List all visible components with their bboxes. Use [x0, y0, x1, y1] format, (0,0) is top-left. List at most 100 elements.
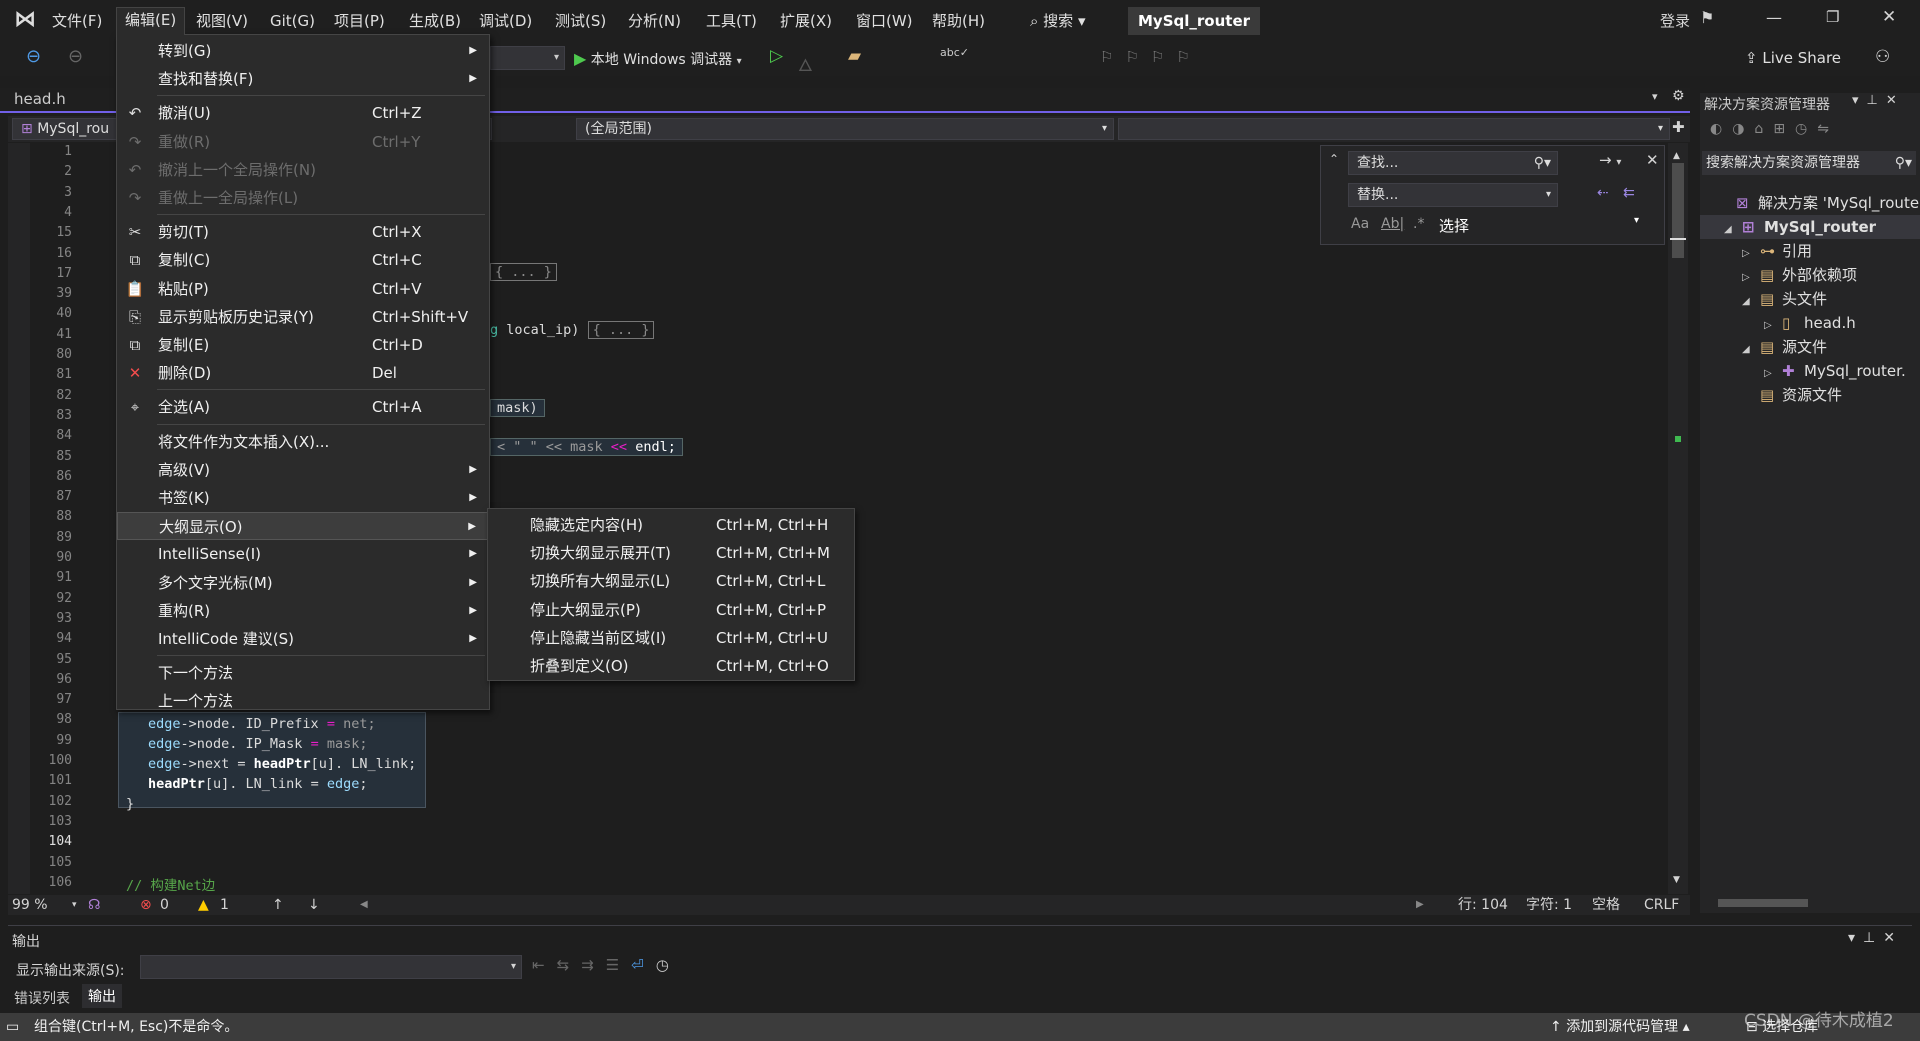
tree-item[interactable]: ▷ ✚ MySql_router.: [1764, 359, 1906, 383]
spellcheck-icon[interactable]: abc✓: [940, 46, 969, 59]
outline-menu-item[interactable]: 停止隐藏当前区域(I) Ctrl+M, Ctrl+U: [488, 624, 854, 652]
bookmark-icons[interactable]: ⚐⚐⚐⚐: [1100, 48, 1202, 66]
outline-menu-item[interactable]: 折叠到定义(O) Ctrl+M, Ctrl+O: [488, 652, 854, 680]
menu-4[interactable]: 项目(P): [326, 9, 393, 33]
char-indicator[interactable]: 字符: 1: [1526, 895, 1572, 915]
split-icon[interactable]: ✚: [1672, 118, 1685, 136]
tab-dropdown-icon[interactable]: ▾: [1652, 90, 1658, 103]
start-debug-button[interactable]: ▶ 本地 Windows 调试器 ▾: [574, 47, 742, 71]
live-share-button[interactable]: ⇪ Live Share: [1745, 49, 1841, 67]
edit-menu-item[interactable]: ↶ 撤消(U) Ctrl+Z: [117, 99, 489, 127]
edit-menu-item[interactable]: ✂ 剪切(T) Ctrl+X: [117, 218, 489, 246]
edit-menu-item[interactable]: 📋 粘贴(P) Ctrl+V: [117, 275, 489, 303]
intellicode-icon[interactable]: ☊: [88, 895, 100, 915]
add-source-control-button[interactable]: ↑ 添加到源代码管理 ▴: [1550, 1013, 1690, 1041]
edit-menu-item[interactable]: ⧉ 复制(C) Ctrl+C: [117, 246, 489, 274]
toggle-replace-icon[interactable]: ⌃: [1329, 152, 1339, 166]
member-combo[interactable]: ▾: [1118, 118, 1670, 140]
tree-item[interactable]: ◢ ▤ 源文件: [1742, 335, 1827, 359]
expander-icon[interactable]: ◢: [1742, 338, 1760, 362]
edit-menu-item[interactable]: 下一个方法: [117, 659, 489, 687]
regex-toggle[interactable]: .*: [1413, 216, 1424, 232]
search-button[interactable]: ⌕ 搜索 ▾: [1030, 10, 1086, 31]
edit-menu-item[interactable]: ↷ 重做(R) Ctrl+Y: [117, 128, 489, 156]
collapsed-block[interactable]: { ... }: [587, 321, 655, 339]
edit-menu-item[interactable]: 转到(G) ▶: [117, 37, 489, 65]
config-combo[interactable]: ▾: [490, 46, 565, 70]
find-input[interactable]: 查找... ⚲▾: [1348, 151, 1558, 175]
zoom-combo[interactable]: 99 %: [12, 895, 48, 915]
edit-menu-item[interactable]: 书签(K) ▶: [117, 484, 489, 512]
se-search-input[interactable]: 搜索解决方案资源管理器 ⚲▾: [1702, 151, 1916, 175]
vertical-scrollbar[interactable]: ▲ ▼: [1668, 143, 1688, 894]
collapsed-block[interactable]: { ... }: [490, 263, 557, 281]
minimize-button[interactable]: —: [1766, 8, 1782, 27]
close-button[interactable]: ✕: [1882, 7, 1896, 27]
tab-output[interactable]: 输出: [82, 984, 122, 1008]
edit-menu-item[interactable]: 重构(R) ▶: [117, 597, 489, 625]
edit-menu-item[interactable]: 将文件作为文本插入(X)...: [117, 428, 489, 456]
output-source-combo[interactable]: ▾: [140, 955, 522, 979]
menu-9[interactable]: 工具(T): [698, 9, 765, 33]
menu-2[interactable]: 视图(V): [188, 9, 256, 33]
menu-5[interactable]: 生成(B): [401, 9, 469, 33]
hot-reload-icon[interactable]: 🜂: [798, 46, 813, 81]
tree-item[interactable]: ◢ ⊞ MySql_router: [1700, 215, 1920, 239]
edit-menu-item[interactable]: ↶ 撤消上一个全局操作(N): [117, 156, 489, 184]
replace-input[interactable]: 替换... ▾: [1348, 183, 1558, 207]
warning-count[interactable]: 1: [220, 895, 229, 915]
se-toolbar-icons[interactable]: ◐◑⌂⊞◷⇋: [1710, 121, 1839, 137]
menu-6[interactable]: 调试(D): [471, 9, 540, 33]
prev-issue-icon[interactable]: ↑: [272, 895, 284, 915]
edit-menu-item[interactable]: ↷ 重做上一全局操作(L): [117, 184, 489, 212]
edit-menu-item[interactable]: IntelliCode 建议(S) ▶: [117, 625, 489, 653]
output-toolbar-icons[interactable]: ⇤⇆⇉☰⏎◷: [532, 956, 681, 974]
start-without-debug-icon[interactable]: ▷: [770, 46, 783, 66]
tree-item[interactable]: ▤ 资源文件: [1742, 383, 1842, 407]
tree-item[interactable]: ▷ ▤ 外部依赖项: [1742, 263, 1857, 287]
expander-icon[interactable]: ◢: [1742, 290, 1760, 314]
expander-icon[interactable]: ◢: [1724, 218, 1742, 242]
output-panel-buttons[interactable]: ▾⊥✕: [1848, 930, 1903, 946]
error-icon[interactable]: ⊗: [140, 895, 152, 915]
tree-item[interactable]: ◢ ▤ 头文件: [1742, 287, 1827, 311]
tab-error-list[interactable]: 错误列表: [14, 988, 70, 1008]
login-button[interactable]: 登录: [1660, 10, 1690, 31]
outline-menu-item[interactable]: 切换所有大纲显示(L) Ctrl+M, Ctrl+L: [488, 567, 854, 595]
tree-item[interactable]: ▷ ▯ head.h: [1764, 311, 1856, 335]
warning-icon[interactable]: ▲: [198, 895, 209, 915]
menu-12[interactable]: 帮助(H): [924, 9, 993, 33]
next-issue-icon[interactable]: ↓: [308, 895, 320, 915]
edit-menu-item[interactable]: ✕ 删除(D) Del: [117, 359, 489, 387]
outline-menu-item[interactable]: 停止大纲显示(P) Ctrl+M, Ctrl+P: [488, 596, 854, 624]
whitespace-indicator[interactable]: 空格: [1592, 895, 1620, 915]
back-icon[interactable]: ⊖: [26, 46, 41, 67]
tree-item[interactable]: ▷ ⊶ 引用: [1742, 239, 1812, 263]
scroll-thumb[interactable]: [1672, 163, 1684, 258]
edit-menu-item[interactable]: 多个文字光标(M) ▶: [117, 569, 489, 597]
settings-icon[interactable]: ⚙: [1672, 88, 1685, 104]
edit-menu-item[interactable]: 上一个方法: [117, 687, 489, 715]
scope-combo[interactable]: (全局范围) ▾: [576, 118, 1114, 140]
edit-menu-item[interactable]: ⌖ 全选(A) Ctrl+A: [117, 393, 489, 421]
eol-indicator[interactable]: CRLF: [1644, 895, 1679, 915]
menu-11[interactable]: 窗口(W): [848, 9, 921, 33]
tab-head-h[interactable]: head.h: [14, 90, 66, 108]
find-next-icon[interactable]: → ▾: [1599, 151, 1621, 169]
error-count[interactable]: 0: [160, 895, 169, 915]
edit-menu-item[interactable]: ⧉ 复制(E) Ctrl+D: [117, 331, 489, 359]
whole-word-toggle[interactable]: Ab|: [1381, 216, 1404, 232]
se-hscroll[interactable]: [1718, 899, 1808, 907]
edit-menu-item[interactable]: IntelliSense(I) ▶: [117, 540, 489, 568]
menu-10[interactable]: 扩展(X): [772, 9, 840, 33]
replace-next-icon[interactable]: ⇠: [1597, 185, 1609, 201]
edit-menu-item[interactable]: ⎘ 显示剪贴板历史记录(Y) Ctrl+Shift+V: [117, 303, 489, 331]
edit-menu-item[interactable]: 大纲显示(O) ▶: [117, 512, 489, 541]
restore-button[interactable]: ❐: [1826, 8, 1839, 26]
account-icon[interactable]: ⚇: [1875, 47, 1890, 67]
tree-item[interactable]: ⊠ 解决方案 'MySql_router: [1718, 191, 1920, 215]
edit-menu-item[interactable]: 查找和替换(F) ▶: [117, 65, 489, 93]
replace-all-icon[interactable]: ⇇: [1623, 185, 1635, 201]
close-find-icon[interactable]: ✕: [1646, 151, 1659, 169]
menu-7[interactable]: 测试(S): [547, 9, 614, 33]
